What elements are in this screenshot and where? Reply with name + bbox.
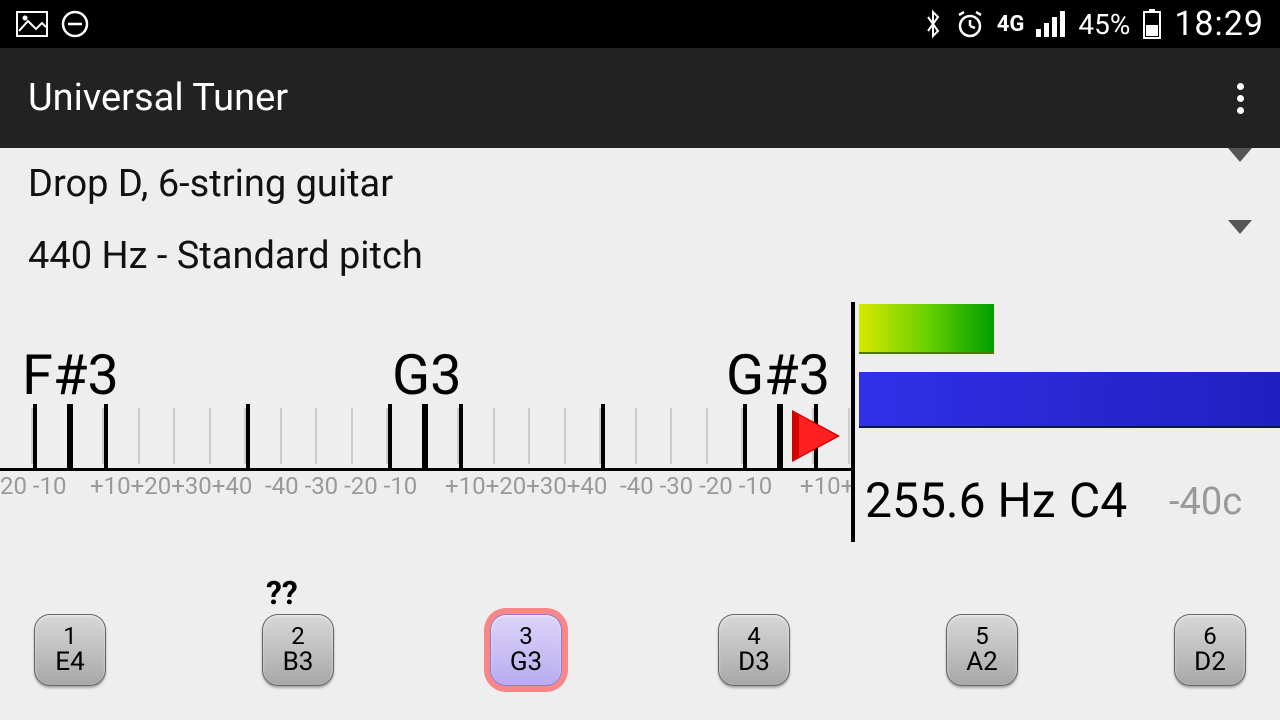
volume-bar bbox=[859, 304, 994, 354]
pitch-bar bbox=[859, 372, 1280, 428]
string-note: B3 bbox=[283, 649, 314, 676]
cent-label: +10+2 bbox=[800, 472, 855, 500]
network-type: 4G bbox=[997, 12, 1025, 37]
detected-frequency: 255.6 Hz bbox=[865, 472, 1056, 529]
alarm-icon bbox=[955, 9, 985, 39]
string-note: G3 bbox=[510, 649, 542, 676]
dnd-icon bbox=[60, 9, 90, 39]
cent-label: -40 -30 -20 -10 bbox=[265, 472, 417, 500]
string-note: A2 bbox=[966, 649, 998, 676]
gallery-icon bbox=[16, 11, 48, 37]
string-note: D2 bbox=[1194, 649, 1226, 676]
app-action-bar: Universal Tuner bbox=[0, 48, 1280, 148]
string-number: 6 bbox=[1203, 624, 1217, 649]
string-number: 3 bbox=[519, 624, 533, 649]
string-button-4[interactable]: 4D3 bbox=[718, 614, 790, 686]
overflow-menu-button[interactable] bbox=[1229, 75, 1252, 122]
string-button-2[interactable]: 2B3 bbox=[262, 614, 334, 686]
cent-label: +10+20+30+40 bbox=[445, 472, 607, 500]
string-number: 5 bbox=[975, 624, 989, 649]
string-number: 2 bbox=[291, 624, 305, 649]
chevron-down-icon bbox=[1228, 234, 1252, 278]
bluetooth-icon bbox=[923, 9, 943, 39]
tuner-meter: F#3 G3 G#3 20 -10 +10+20+30+40 -40 -30 -… bbox=[0, 302, 1280, 542]
string-button-3[interactable]: 3G3 bbox=[490, 614, 562, 686]
battery-icon bbox=[1142, 8, 1162, 40]
string-selector-row: 1E4??2B33G34D35A26D2 bbox=[0, 592, 1280, 720]
clock-time: 18:29 bbox=[1174, 4, 1264, 44]
pitch-dropdown-label: 440 Hz - Standard pitch bbox=[28, 234, 423, 278]
string-number: 1 bbox=[63, 624, 77, 649]
string-note: D3 bbox=[738, 649, 770, 676]
app-title: Universal Tuner bbox=[28, 76, 288, 120]
pitch-readout: 255.6 Hz C4 -40c bbox=[859, 302, 1280, 542]
string-button-5[interactable]: 5A2 bbox=[946, 614, 1018, 686]
cent-label: 20 -10 bbox=[0, 472, 67, 500]
string-button-6[interactable]: 6D2 bbox=[1174, 614, 1246, 686]
tuning-dropdown-label: Drop D, 6-string guitar bbox=[28, 162, 393, 206]
pitch-scale: F#3 G3 G#3 20 -10 +10+20+30+40 -40 -30 -… bbox=[0, 302, 855, 542]
scale-note-label: G#3 bbox=[726, 342, 830, 408]
chevron-down-icon bbox=[1228, 162, 1252, 206]
battery-percent: 45% bbox=[1078, 8, 1130, 41]
tuning-dropdown[interactable]: Drop D, 6-string guitar bbox=[0, 148, 1280, 220]
string-note: E4 bbox=[55, 649, 84, 676]
unknown-indicator: ?? bbox=[266, 574, 298, 612]
detected-cents: -40c bbox=[1169, 480, 1242, 524]
signal-icon bbox=[1036, 11, 1066, 37]
pitch-dropdown[interactable]: 440 Hz - Standard pitch bbox=[0, 220, 1280, 292]
android-status-bar: 4G 45% 18:29 bbox=[0, 0, 1280, 48]
scale-note-label: F#3 bbox=[22, 342, 119, 408]
detected-note: C4 bbox=[1069, 472, 1127, 529]
cent-label: -40 -30 -20 -10 bbox=[620, 472, 772, 500]
scale-note-label: G3 bbox=[392, 342, 462, 408]
cent-label: +10+20+30+40 bbox=[90, 472, 252, 500]
string-button-1[interactable]: 1E4 bbox=[34, 614, 106, 686]
string-number: 4 bbox=[747, 624, 761, 649]
